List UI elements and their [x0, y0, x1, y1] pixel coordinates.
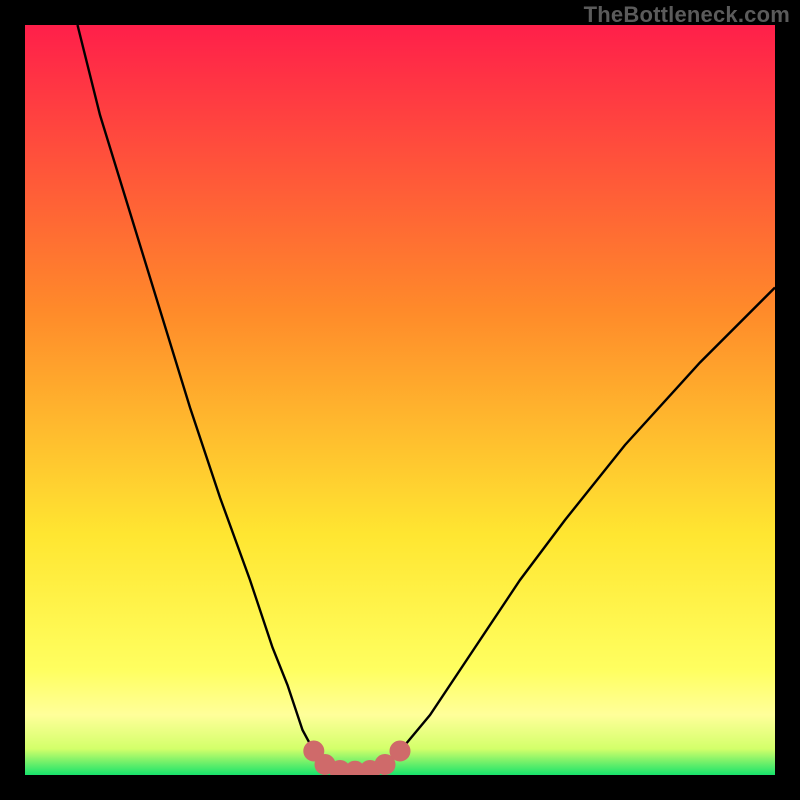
gradient-background: [25, 25, 775, 775]
chart-svg: [25, 25, 775, 775]
chart-frame: TheBottleneck.com: [0, 0, 800, 800]
chart-plot-area: [25, 25, 775, 775]
marker-point: [390, 741, 410, 761]
